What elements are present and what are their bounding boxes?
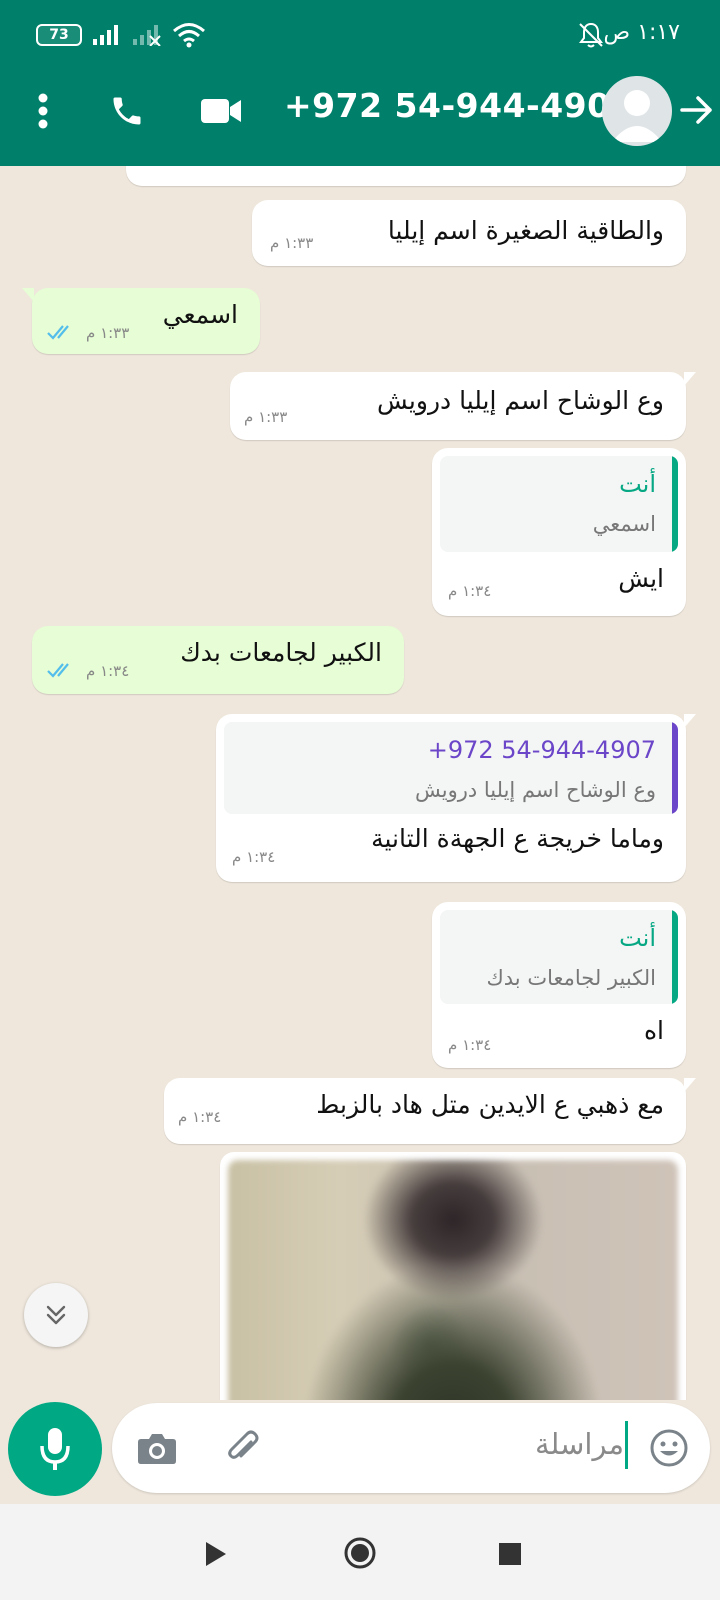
quote-text: وع الوشاح اسم إيليا درويش bbox=[414, 778, 656, 802]
read-receipt-icon bbox=[47, 325, 69, 340]
battery-indicator: 73 bbox=[36, 24, 82, 46]
message-input[interactable]: مراسلة bbox=[535, 1427, 624, 1461]
message-bubble-incoming[interactable]: مع ذهبي ع الايدين متل هاد بالزبط ١:٣٤ م bbox=[164, 1078, 696, 1144]
message-time: ١:٣٤ م bbox=[448, 1036, 492, 1054]
message-text: اسمعي bbox=[162, 300, 238, 329]
message-time: ١:٣٤ م bbox=[86, 662, 130, 680]
system-navigation-bar bbox=[0, 1504, 720, 1600]
message-time: ١:٣٣ م bbox=[270, 234, 314, 252]
paperclip-icon bbox=[228, 1430, 259, 1459]
microphone-icon bbox=[40, 1428, 70, 1470]
home-circle-icon[interactable] bbox=[343, 1536, 377, 1570]
video-camera-icon bbox=[201, 99, 241, 123]
quote-author: +972 54-944-4907 bbox=[427, 736, 656, 764]
message-time: ١:٣٣ م bbox=[86, 324, 130, 342]
chevron-double-down-icon bbox=[46, 1305, 66, 1325]
default-avatar-icon bbox=[612, 90, 662, 142]
message-text: مع ذهبي ع الايدين متل هاد بالزبط bbox=[316, 1090, 664, 1119]
message-time: ١:٣٣ م bbox=[244, 408, 288, 426]
message-bubble-partial bbox=[126, 166, 686, 186]
message-bubble-image[interactable] bbox=[220, 1152, 686, 1400]
contact-avatar[interactable] bbox=[602, 76, 672, 146]
message-bubble-incoming[interactable]: والطاقية الصغيرة اسم إيليا ١:٣٣ م bbox=[252, 200, 686, 266]
notifications-off-icon bbox=[579, 22, 603, 48]
message-bubble-incoming[interactable]: وع الوشاح اسم إيليا درويش ١:٣٣ م bbox=[230, 372, 696, 440]
quoted-message[interactable]: أنت اسمعي bbox=[440, 456, 678, 552]
message-composer: مراسلة bbox=[112, 1403, 710, 1493]
signal-icon bbox=[93, 25, 118, 45]
attach-button[interactable] bbox=[220, 1425, 266, 1471]
message-bubble-outgoing[interactable]: اسمعي ١:٣٣ م bbox=[22, 288, 260, 354]
message-text: الكبير لجامعات بدك bbox=[180, 638, 382, 667]
signal-no-service-icon bbox=[133, 25, 161, 46]
read-receipt-icon bbox=[47, 663, 69, 678]
wifi-icon bbox=[173, 23, 205, 48]
video-call-button[interactable] bbox=[198, 88, 244, 134]
message-bubble-outgoing[interactable]: الكبير لجامعات بدك ١:٣٤ م bbox=[32, 626, 404, 694]
message-bubble-incoming-reply[interactable]: +972 54-944-4907 وع الوشاح اسم إيليا درو… bbox=[216, 714, 696, 882]
voice-message-button[interactable] bbox=[8, 1402, 102, 1496]
quote-author: أنت bbox=[619, 924, 656, 952]
more-options-button[interactable] bbox=[20, 88, 66, 134]
message-text: والطاقية الصغيرة اسم إيليا bbox=[387, 216, 664, 245]
voice-call-button[interactable] bbox=[104, 88, 150, 134]
chat-area[interactable]: والطاقية الصغيرة اسم إيليا ١:٣٣ م اسمعي … bbox=[0, 166, 720, 1400]
message-text: ايش bbox=[618, 564, 664, 593]
message-time: ١:٣٤ م bbox=[232, 848, 276, 866]
app-header: 73 ١:١٧ ص +972 54-944-4907 bbox=[0, 0, 720, 166]
phone-icon bbox=[113, 97, 141, 125]
status-time: ١:١٧ ص bbox=[603, 20, 680, 45]
message-text: وع الوشاح اسم إيليا درويش bbox=[377, 386, 664, 415]
camera-button[interactable] bbox=[134, 1425, 180, 1471]
quote-text: اسمعي bbox=[592, 512, 656, 536]
message-time: ١:٣٤ م bbox=[178, 1108, 222, 1126]
back-arrow-icon[interactable] bbox=[678, 92, 714, 128]
quote-author: أنت bbox=[619, 470, 656, 498]
back-triangle-icon[interactable] bbox=[204, 1540, 228, 1568]
recents-square-icon[interactable] bbox=[498, 1542, 522, 1566]
text-caret bbox=[625, 1421, 628, 1469]
emoji-icon bbox=[650, 1429, 688, 1467]
quoted-message[interactable]: +972 54-944-4907 وع الوشاح اسم إيليا درو… bbox=[224, 722, 678, 814]
message-text: وماما خريجة ع الجهةة التانية bbox=[371, 824, 664, 853]
emoji-button[interactable] bbox=[646, 1425, 692, 1471]
message-bubble-incoming-reply[interactable]: أنت الكبير لجامعات بدك اه ١:٣٤ م bbox=[432, 902, 686, 1068]
quoted-message[interactable]: أنت الكبير لجامعات بدك bbox=[440, 910, 678, 1004]
message-time: ١:٣٤ م bbox=[448, 582, 492, 600]
contact-name[interactable]: +972 54-944-4907 bbox=[284, 86, 634, 125]
camera-icon bbox=[138, 1434, 176, 1464]
more-vert-icon bbox=[38, 93, 48, 129]
image-thumbnail[interactable] bbox=[228, 1160, 678, 1400]
scroll-to-bottom-button[interactable] bbox=[24, 1283, 88, 1347]
status-indicators: 73 bbox=[36, 22, 206, 48]
quote-text: الكبير لجامعات بدك bbox=[486, 966, 656, 990]
message-bubble-incoming-reply[interactable]: أنت اسمعي ايش ١:٣٤ م bbox=[432, 448, 686, 616]
message-text: اه bbox=[643, 1016, 664, 1045]
